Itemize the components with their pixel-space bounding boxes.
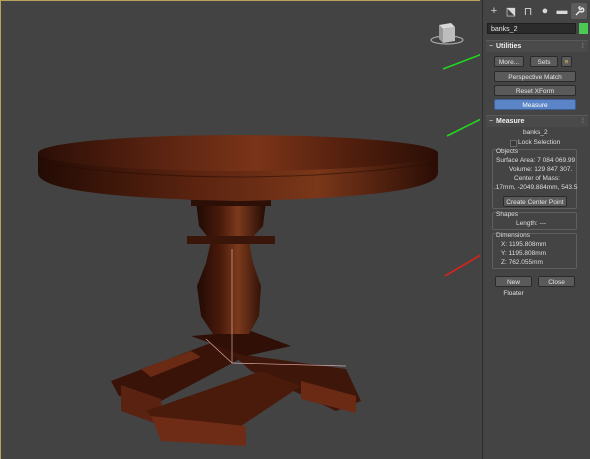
length-value: Length: --- bbox=[516, 220, 546, 227]
dimension-x-value: X: 1195.808mm bbox=[501, 241, 547, 248]
perspective-match-button[interactable]: Perspective Match bbox=[494, 71, 576, 82]
perspective-viewport[interactable] bbox=[0, 0, 480, 459]
utilities-tab[interactable] bbox=[571, 3, 587, 19]
surface-area-value: Surface Area: 7 084 069.99 bbox=[496, 157, 576, 164]
lock-selection-checkbox[interactable] bbox=[510, 140, 517, 147]
utilities-rollout-header[interactable]: − Utilities ⁞ bbox=[486, 40, 588, 52]
scene-3d-table[interactable] bbox=[1, 1, 480, 459]
create-center-point-button[interactable]: Create Center Point bbox=[503, 196, 567, 207]
measure-rollout-header[interactable]: − Measure ⁞ bbox=[486, 115, 588, 127]
viewcube-icon[interactable] bbox=[427, 19, 467, 49]
shapes-group-label: Shapes bbox=[496, 211, 519, 218]
dimensions-group-label: Dimensions bbox=[496, 232, 530, 239]
rollout-grip-icon: ⁞ bbox=[581, 118, 584, 125]
object-color-swatch[interactable] bbox=[579, 23, 588, 34]
command-panel: + ⬔ ⊓ ● ▬ banks_2 − Utilities ⁞ More... S… bbox=[482, 0, 590, 459]
modify-tab[interactable]: ⬔ bbox=[503, 3, 519, 19]
display-icon: ▬ bbox=[556, 5, 568, 17]
measure-button[interactable]: Measure bbox=[494, 99, 576, 110]
lock-selection-label: Lock Selection bbox=[518, 139, 561, 146]
annotation-arrow-dimensions bbox=[444, 254, 480, 277]
utilities-title: Utilities bbox=[496, 43, 522, 50]
measured-object-name: banks_2 bbox=[523, 129, 548, 136]
annotation-arrow-measure bbox=[446, 118, 480, 137]
configure-sets-button[interactable]: ≡ bbox=[561, 56, 572, 67]
command-panel-tabs: + ⬔ ⊓ ● ▬ bbox=[486, 3, 590, 21]
motion-tab[interactable]: ● bbox=[537, 3, 553, 19]
configure-icon: ≡ bbox=[564, 59, 569, 66]
more-button[interactable]: More... bbox=[494, 56, 524, 67]
create-tab[interactable]: + bbox=[486, 3, 502, 19]
object-name-field[interactable]: banks_2 bbox=[487, 23, 576, 34]
close-button[interactable]: Close bbox=[538, 276, 575, 287]
sets-button[interactable]: Sets bbox=[530, 56, 558, 67]
plus-icon: + bbox=[490, 5, 498, 17]
modify-icon: ⬔ bbox=[505, 5, 517, 18]
table-base bbox=[111, 331, 361, 446]
new-floater-button[interactable]: New Floater bbox=[495, 276, 532, 297]
reset-xform-button[interactable]: Reset XForm bbox=[494, 85, 576, 96]
collapse-icon: − bbox=[488, 43, 494, 50]
dimension-y-value: Y: 1195.808mm bbox=[501, 250, 547, 257]
hierarchy-icon: ⊓ bbox=[523, 5, 533, 18]
volume-value: Volume: 129 847 307. bbox=[509, 166, 573, 173]
collapse-icon: − bbox=[488, 118, 494, 125]
motion-icon: ● bbox=[541, 5, 549, 17]
display-tab[interactable]: ▬ bbox=[554, 3, 570, 19]
table-pedestal bbox=[187, 196, 275, 334]
hierarchy-tab[interactable]: ⊓ bbox=[520, 3, 536, 19]
rollout-grip-icon: ⁞ bbox=[581, 43, 584, 50]
measure-title: Measure bbox=[496, 118, 525, 125]
center-of-mass-label: Center of Mass: bbox=[514, 175, 560, 182]
center-of-mass-value: .17mm, -2049.884mm, 543.5 bbox=[494, 184, 578, 191]
dimension-z-value: Z: 762.055mm bbox=[501, 259, 543, 266]
table-top bbox=[37, 135, 439, 201]
utilities-wrench-icon bbox=[574, 5, 584, 16]
objects-group-label: Objects bbox=[496, 148, 519, 155]
